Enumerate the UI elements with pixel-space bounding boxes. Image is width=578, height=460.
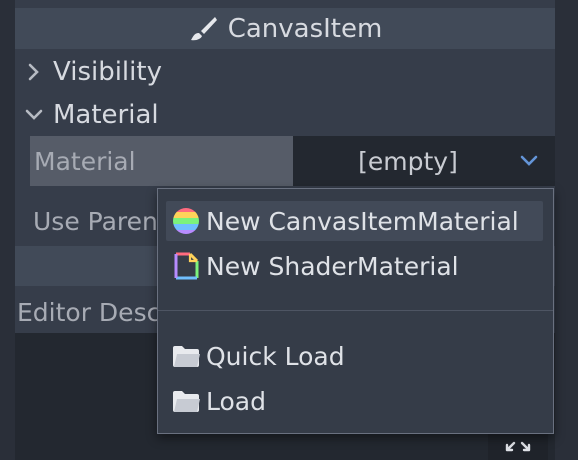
editor-description-label: Editor Description bbox=[17, 297, 165, 327]
canvasitem-header[interactable]: CanvasItem bbox=[15, 8, 555, 49]
menu-item-label: New ShaderMaterial bbox=[206, 251, 459, 281]
material-label: Material bbox=[34, 146, 136, 176]
menu-item-new-shadermaterial[interactable]: New ShaderMaterial bbox=[166, 246, 543, 286]
chevron-down-icon bbox=[15, 108, 53, 122]
menu-item-new-canvasitemmaterial[interactable]: New CanvasItemMaterial bbox=[166, 201, 543, 241]
header-title: CanvasItem bbox=[227, 13, 383, 44]
section-visibility[interactable]: Visibility bbox=[15, 52, 555, 92]
menu-item-quick-load[interactable]: Quick Load bbox=[166, 336, 543, 376]
chevron-down-icon[interactable] bbox=[503, 155, 555, 167]
expand-button[interactable] bbox=[488, 430, 548, 460]
material-resource-picker[interactable]: [empty] bbox=[293, 136, 555, 186]
section-visibility-label: Visibility bbox=[53, 57, 162, 87]
expand-icon bbox=[505, 441, 531, 452]
section-material-label: Material bbox=[53, 100, 159, 130]
section-material[interactable]: Material bbox=[15, 95, 555, 135]
right-scroll-gutter[interactable] bbox=[555, 0, 578, 460]
material-value[interactable]: [empty] bbox=[293, 147, 503, 176]
material-property-label: Material bbox=[30, 136, 293, 186]
menu-item-label: Quick Load bbox=[206, 341, 345, 371]
material-dropdown-menu: New CanvasItemMaterial New ShaderMateria… bbox=[157, 188, 554, 434]
folder-icon bbox=[166, 388, 206, 414]
shadermaterial-icon bbox=[166, 251, 206, 281]
folder-icon bbox=[166, 343, 206, 369]
menu-item-load[interactable]: Load bbox=[166, 381, 543, 421]
use-parent-material-label: Use Parent Material bbox=[33, 206, 160, 236]
brush-icon bbox=[190, 16, 217, 40]
canvasitemmaterial-icon bbox=[166, 206, 206, 236]
menu-item-label: Load bbox=[206, 386, 266, 416]
menu-item-label: New CanvasItemMaterial bbox=[206, 206, 519, 236]
menu-separator bbox=[158, 310, 553, 311]
left-gutter bbox=[0, 0, 15, 460]
chevron-right-icon bbox=[15, 63, 53, 81]
